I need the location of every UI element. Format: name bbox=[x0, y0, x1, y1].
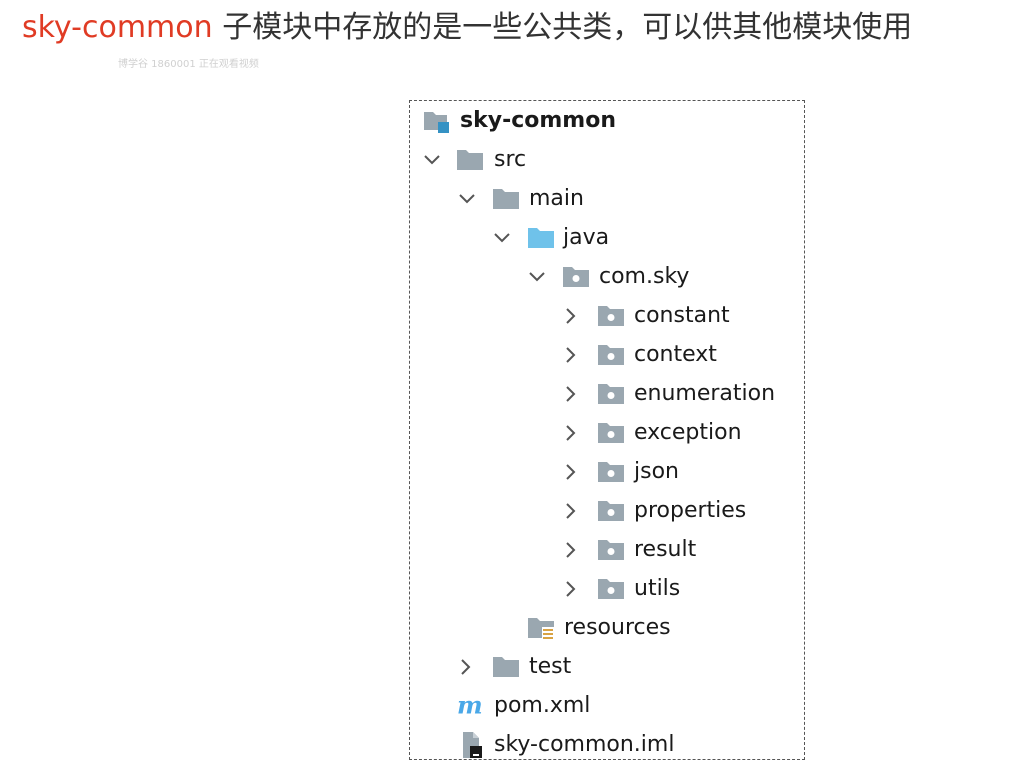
resources-folder-icon bbox=[527, 608, 555, 647]
source-root-folder-icon bbox=[527, 218, 555, 257]
module-folder-icon bbox=[422, 101, 450, 140]
tree-label-package: properties bbox=[634, 498, 747, 523]
package-folder-icon bbox=[562, 257, 590, 296]
chevron-right-icon[interactable] bbox=[561, 569, 581, 608]
chevron-right-icon[interactable] bbox=[561, 491, 581, 530]
package-folder-icon bbox=[597, 491, 625, 530]
tree-label-package: result bbox=[634, 537, 697, 562]
iml-file-icon bbox=[457, 725, 485, 764]
package-folder-icon bbox=[597, 413, 625, 452]
tree-label-test: test bbox=[529, 654, 572, 679]
svg-text:m: m bbox=[457, 694, 483, 718]
watermark: 博学谷 1860001 正在观看视频 bbox=[118, 59, 259, 70]
tree-label-package: constant bbox=[634, 303, 730, 328]
chevron-right-icon[interactable] bbox=[561, 335, 581, 374]
heading-description: 子模块中存放的是一些公共类，可以供其他模块使用 bbox=[212, 10, 913, 45]
chevron-right-icon[interactable] bbox=[561, 296, 581, 335]
tree-label-src: src bbox=[494, 147, 527, 172]
maven-icon: m bbox=[457, 686, 485, 725]
chevron-down-icon[interactable] bbox=[492, 218, 512, 257]
tree-label-resources: resources bbox=[564, 615, 671, 640]
package-folder-icon bbox=[597, 335, 625, 374]
module-name: sky-common bbox=[22, 10, 213, 45]
package-folder-icon bbox=[597, 296, 625, 335]
tree-label-java: java bbox=[563, 225, 610, 250]
tree-label-package: utils bbox=[634, 576, 681, 601]
folder-icon bbox=[492, 647, 520, 686]
tree-label-package: json bbox=[634, 459, 679, 484]
package-folder-icon bbox=[597, 569, 625, 608]
tree-label-main: main bbox=[529, 186, 584, 211]
chevron-right-icon[interactable] bbox=[561, 413, 581, 452]
package-folder-icon bbox=[597, 530, 625, 569]
chevron-right-icon[interactable] bbox=[561, 374, 581, 413]
tree-label-iml: sky-common.iml bbox=[494, 732, 675, 757]
folder-icon bbox=[492, 179, 520, 218]
project-tree: sky-common src main java com.sky constan… bbox=[409, 100, 805, 760]
folder-icon bbox=[456, 140, 484, 179]
tree-label-package: exception bbox=[634, 420, 742, 445]
tree-label-pom: pom.xml bbox=[494, 693, 591, 718]
chevron-down-icon[interactable] bbox=[422, 140, 442, 179]
tree-label-package: enumeration bbox=[634, 381, 776, 406]
tree-label-root: sky-common bbox=[460, 108, 616, 133]
chevron-down-icon[interactable] bbox=[527, 257, 547, 296]
page-heading: sky-common 子模块中存放的是一些公共类，可以供其他模块使用 bbox=[22, 6, 912, 50]
tree-label-package: context bbox=[634, 342, 717, 367]
chevron-right-icon[interactable] bbox=[561, 452, 581, 491]
package-folder-icon bbox=[597, 452, 625, 491]
package-folder-icon bbox=[597, 374, 625, 413]
chevron-right-icon[interactable] bbox=[561, 530, 581, 569]
chevron-right-icon[interactable] bbox=[456, 647, 476, 686]
chevron-down-icon[interactable] bbox=[457, 179, 477, 218]
tree-label-com-sky: com.sky bbox=[599, 264, 690, 289]
